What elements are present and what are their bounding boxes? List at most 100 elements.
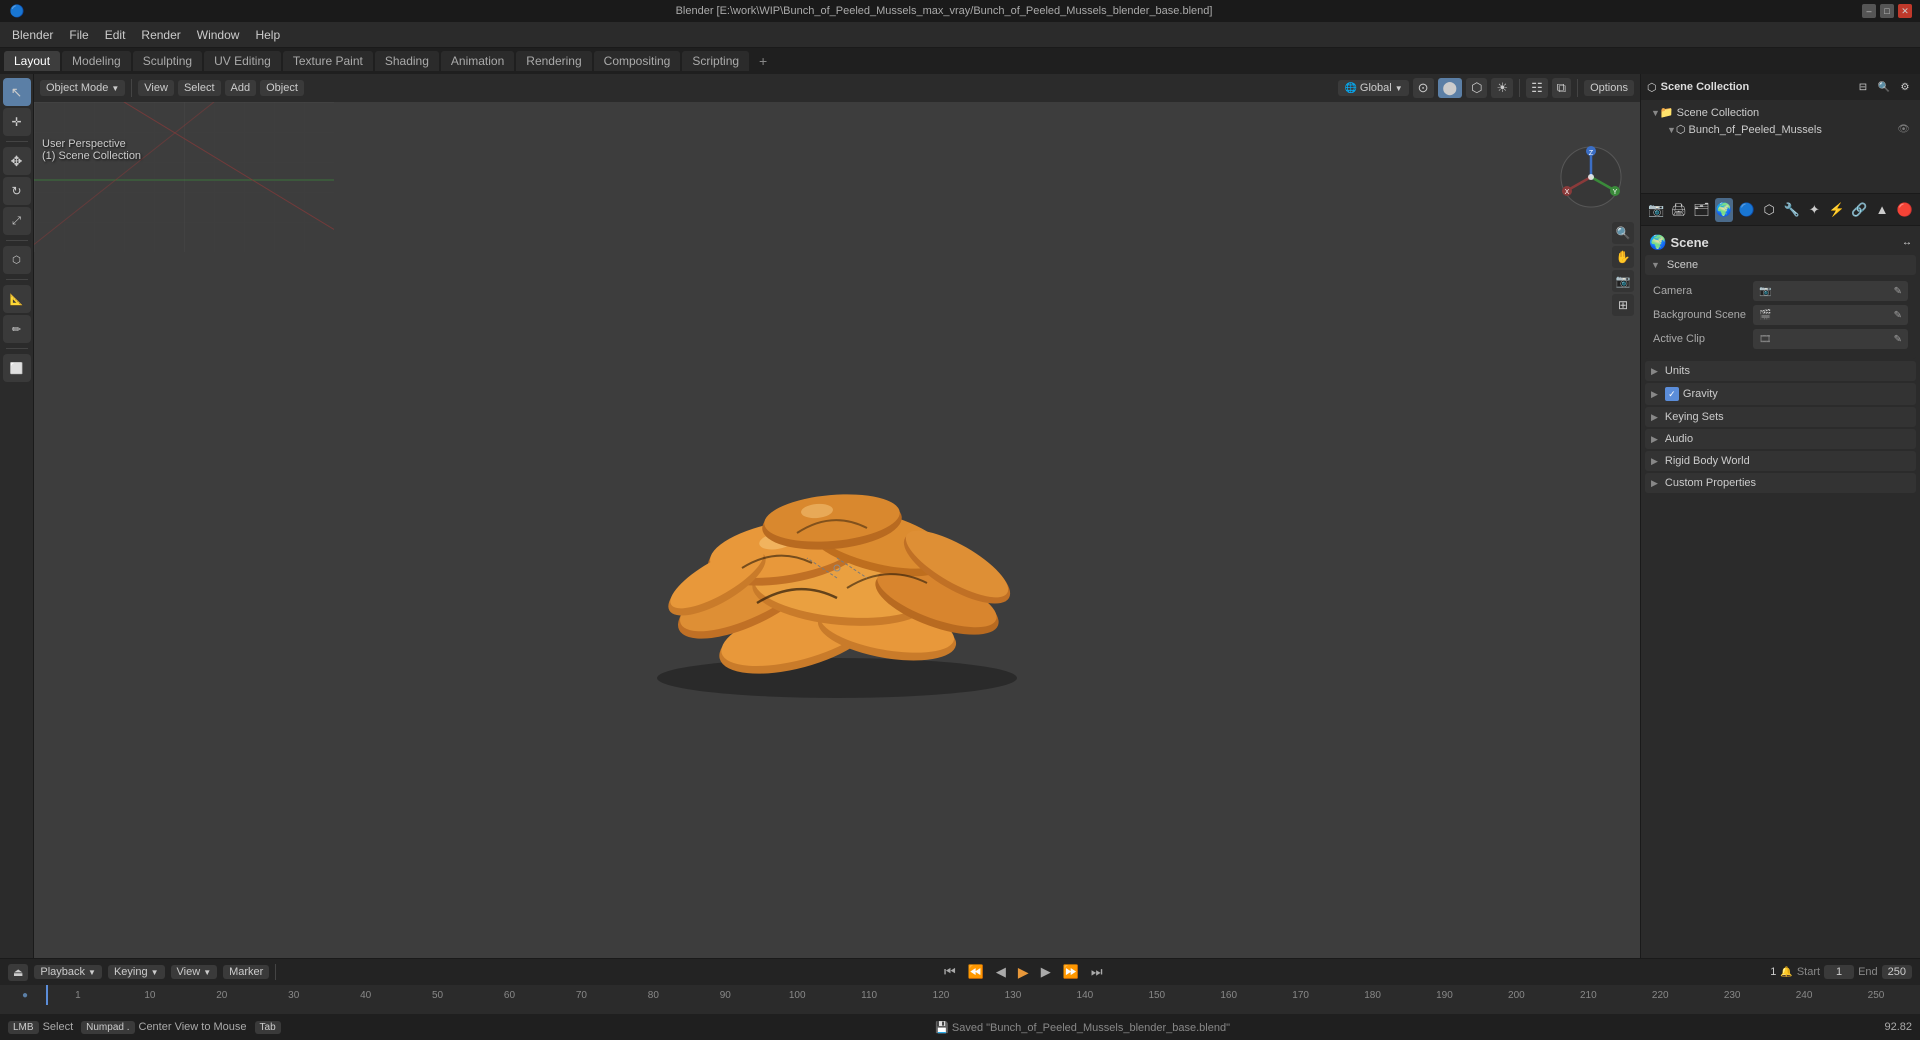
- menu-file[interactable]: File: [61, 26, 96, 44]
- close-button[interactable]: ✕: [1898, 4, 1912, 18]
- menu-blender[interactable]: Blender: [4, 26, 61, 44]
- playback-menu[interactable]: Playback ▼: [34, 965, 102, 979]
- view-menu[interactable]: View: [138, 80, 174, 96]
- prop-icon-physics[interactable]: ⚡: [1828, 198, 1847, 222]
- current-frame-indicator[interactable]: 1: [1770, 966, 1776, 978]
- tab-modeling[interactable]: Modeling: [62, 51, 131, 71]
- tab-compositing[interactable]: Compositing: [594, 51, 681, 71]
- hand-pan-button[interactable]: ✋: [1612, 246, 1634, 268]
- keying-sets-section-header[interactable]: ▶ Keying Sets: [1645, 407, 1916, 427]
- navigation-gizmo[interactable]: Z Y X: [1556, 142, 1626, 212]
- end-frame-value[interactable]: 250: [1882, 965, 1912, 979]
- prop-icon-scene[interactable]: 🌍: [1715, 198, 1734, 222]
- menu-window[interactable]: Window: [189, 26, 248, 44]
- tab-sculpting[interactable]: Sculpting: [133, 51, 202, 71]
- measure-tool-button[interactable]: 📐: [3, 285, 31, 313]
- tab-animation[interactable]: Animation: [441, 51, 514, 71]
- frame-num-30: 30: [258, 990, 330, 1001]
- timeline-collapse-btn[interactable]: ⏏: [8, 964, 28, 981]
- xray-toggle[interactable]: ⧉: [1552, 78, 1571, 98]
- prop-icon-data[interactable]: ▲: [1873, 198, 1892, 222]
- options-menu[interactable]: Options: [1584, 80, 1634, 96]
- outliner-item-mussels[interactable]: ▼ ⬡ Bunch_of_Peeled_Mussels 👁: [1647, 121, 1914, 138]
- ortho-view-button[interactable]: ⊞: [1612, 294, 1634, 316]
- add-workspace-button[interactable]: +: [751, 50, 775, 72]
- prop-icon-world[interactable]: 🔵: [1737, 198, 1756, 222]
- gravity-checkbox[interactable]: ✓: [1665, 387, 1679, 401]
- viewport-shading-wire[interactable]: ⊙: [1413, 78, 1434, 98]
- camera-edit-icon[interactable]: ✎: [1894, 286, 1902, 297]
- scale-tool-button[interactable]: ⤢: [3, 207, 31, 235]
- viewport-shading-solid[interactable]: ⬤: [1438, 78, 1463, 98]
- global-local-selector[interactable]: 🌐 Global ▼: [1338, 80, 1408, 96]
- tab-shading[interactable]: Shading: [375, 51, 439, 71]
- tab-layout[interactable]: Layout: [4, 51, 60, 71]
- overlay-toggle[interactable]: ☷: [1526, 78, 1548, 98]
- custom-props-section-header[interactable]: ▶ Custom Properties: [1645, 473, 1916, 493]
- audio-section-header[interactable]: ▶ Audio: [1645, 429, 1916, 449]
- start-frame-value[interactable]: 1: [1824, 965, 1854, 979]
- visibility-icon[interactable]: 👁: [1897, 124, 1910, 135]
- right-panel: ⬡ Scene Collection ⊟ 🔍 ⚙ ▼ 📁 Scene Colle…: [1640, 74, 1920, 958]
- play-button[interactable]: ▶: [1014, 963, 1033, 982]
- prop-icon-output[interactable]: 🖨: [1670, 198, 1689, 222]
- viewport-3d[interactable]: Object Mode ▼ View Select Add Object 🌐 G…: [34, 74, 1640, 958]
- viewport-shading-material[interactable]: ⬡: [1466, 78, 1487, 98]
- rotate-tool-button[interactable]: ↻: [3, 177, 31, 205]
- tab-uv-editing[interactable]: UV Editing: [204, 51, 281, 71]
- select-tool-button[interactable]: ↖: [3, 78, 31, 106]
- prop-icon-object[interactable]: ⬡: [1760, 198, 1779, 222]
- active-clip-value[interactable]: 🎞 ✎: [1753, 329, 1908, 349]
- gravity-section-header[interactable]: ▶ ✓ Gravity: [1645, 383, 1916, 405]
- view-search-button[interactable]: 🔍: [1612, 222, 1634, 244]
- prop-icon-view-layer[interactable]: 🗂: [1692, 198, 1711, 222]
- units-section-header[interactable]: ▶ Units: [1645, 361, 1916, 381]
- active-clip-edit-icon[interactable]: ✎: [1894, 334, 1902, 345]
- outliner-scene-collection[interactable]: ▼ 📁 Scene Collection: [1647, 104, 1914, 121]
- prop-icon-particles[interactable]: ✦: [1805, 198, 1824, 222]
- object-menu[interactable]: Object: [260, 80, 304, 96]
- step-back-button[interactable]: ◀: [992, 963, 1010, 981]
- jump-to-end-button[interactable]: ⏭: [1087, 963, 1107, 981]
- add-menu[interactable]: Add: [225, 80, 257, 96]
- outliner-options-button[interactable]: ⚙: [1896, 78, 1914, 96]
- jump-prev-keyframe-button[interactable]: ⏪: [964, 963, 988, 981]
- marker-menu[interactable]: Marker: [223, 965, 269, 979]
- minimize-button[interactable]: –: [1862, 4, 1876, 18]
- tab-rendering[interactable]: Rendering: [516, 51, 591, 71]
- transform-tool-button[interactable]: ⬡: [3, 246, 31, 274]
- maximize-button[interactable]: □: [1880, 4, 1894, 18]
- prop-icon-render[interactable]: 📷: [1647, 198, 1666, 222]
- outliner-filter-button[interactable]: ⊟: [1854, 78, 1872, 96]
- tab-texture-paint[interactable]: Texture Paint: [283, 51, 373, 71]
- start-label: Start: [1797, 966, 1820, 978]
- move-tool-button[interactable]: ✥: [3, 147, 31, 175]
- add-tool-button[interactable]: ⬜: [3, 354, 31, 382]
- object-mode-selector[interactable]: Object Mode ▼: [40, 80, 125, 96]
- cursor-tool-button[interactable]: ✛: [3, 108, 31, 136]
- select-menu[interactable]: Select: [178, 80, 221, 96]
- bg-scene-value[interactable]: 🎬 ✎: [1753, 305, 1908, 325]
- jump-next-keyframe-button[interactable]: ⏩: [1059, 963, 1083, 981]
- viewport-shading-rendered[interactable]: ☀: [1491, 78, 1513, 98]
- scene-section-header[interactable]: ▼ Scene: [1645, 255, 1916, 275]
- prop-icon-constraints[interactable]: 🔗: [1850, 198, 1869, 222]
- menu-help[interactable]: Help: [247, 26, 288, 44]
- bg-scene-edit-icon[interactable]: ✎: [1894, 310, 1902, 321]
- prop-icon-material[interactable]: 🔴: [1895, 198, 1914, 222]
- properties-expand-all[interactable]: ↔: [1902, 237, 1912, 248]
- menu-edit[interactable]: Edit: [97, 26, 134, 44]
- jump-to-start-button[interactable]: ⏮: [940, 963, 960, 981]
- keying-menu[interactable]: Keying ▼: [108, 965, 165, 979]
- camera-value[interactable]: 📷 ✎: [1753, 281, 1908, 301]
- prop-icon-modifier[interactable]: 🔧: [1782, 198, 1801, 222]
- view-menu-timeline[interactable]: View ▼: [171, 965, 218, 979]
- menu-render[interactable]: Render: [133, 26, 188, 44]
- outliner-search-button[interactable]: 🔍: [1875, 78, 1893, 96]
- annotate-tool-button[interactable]: ✏: [3, 315, 31, 343]
- rigid-body-section-header[interactable]: ▶ Rigid Body World: [1645, 451, 1916, 471]
- timeline-ruler[interactable]: ● 1 10 20 30 40 50 60 70 80 90 100 110 1…: [0, 985, 1920, 1005]
- camera-view-button[interactable]: 📷: [1612, 270, 1634, 292]
- tab-scripting[interactable]: Scripting: [682, 51, 749, 71]
- step-forward-button[interactable]: ▶: [1037, 963, 1055, 981]
